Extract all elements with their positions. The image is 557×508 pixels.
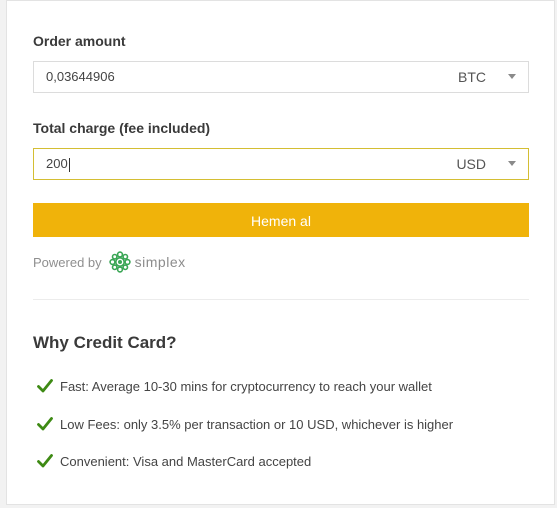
section-divider (33, 299, 529, 300)
order-amount-value[interactable]: 0,03644906 (46, 62, 115, 92)
total-charge-label: Total charge (fee included) (33, 120, 211, 136)
powered-by-text: Powered by (33, 254, 102, 270)
total-currency-select[interactable]: USD (456, 149, 486, 179)
benefit-text: Fast: Average 10-30 mins for cryptocurre… (60, 378, 432, 394)
text-cursor (68, 157, 70, 172)
checkmark-icon (37, 417, 53, 431)
total-charge-field[interactable]: 200 USD (33, 148, 529, 180)
benefit-text: Convenient: Visa and MasterCard accepted (60, 453, 312, 469)
chevron-down-icon[interactable] (508, 161, 516, 166)
powered-by: Powered by simplex (33, 249, 186, 275)
simplex-logo-icon[interactable] (108, 250, 132, 274)
checkmark-icon (37, 379, 53, 393)
total-charge-input[interactable]: 200 (46, 149, 70, 179)
buy-now-button[interactable]: Hemen al (33, 203, 529, 237)
why-credit-card-heading: Why Credit Card? (33, 333, 177, 352)
benefit-item: Fast: Average 10-30 mins for cryptocurre… (37, 376, 432, 396)
benefit-text: Low Fees: only 3.5% per transaction or 1… (60, 416, 454, 432)
total-charge-value: 200 (46, 156, 68, 171)
order-currency-select[interactable]: BTC (458, 62, 486, 92)
checkmark-icon (37, 454, 53, 468)
benefit-item: Low Fees: only 3.5% per transaction or 1… (37, 414, 453, 434)
purchase-card: Order amount 0,03644906 BTC Total charge… (6, 0, 555, 505)
benefit-item: Convenient: Visa and MasterCard accepted (37, 451, 311, 471)
chevron-down-icon[interactable] (508, 74, 516, 79)
order-amount-field[interactable]: 0,03644906 BTC (33, 61, 529, 93)
order-amount-label: Order amount (33, 33, 126, 49)
simplex-brand-name[interactable]: simplex (135, 254, 186, 270)
